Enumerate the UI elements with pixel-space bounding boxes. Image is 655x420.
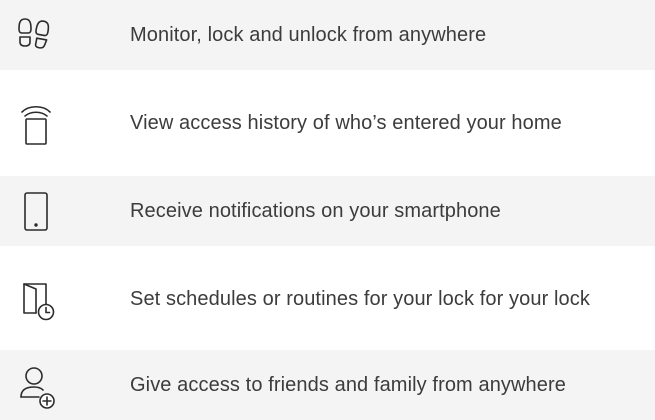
smart-lock-icon [0, 88, 72, 158]
feature-row-share-access: Give access to friends and family from a… [0, 350, 655, 420]
feature-label-access-history: View access history of who’s entered you… [130, 111, 562, 134]
feature-label-notifications: Receive notifications on your smartphone [130, 199, 501, 222]
feature-row-schedules: Set schedules or routines for your lock … [0, 264, 655, 334]
feature-row-remote-control: Monitor, lock and unlock from anywhere [0, 0, 655, 70]
feature-label-remote-control: Monitor, lock and unlock from anywhere [130, 23, 487, 46]
feature-row-notifications: Receive notifications on your smartphone [0, 176, 655, 246]
feature-label-schedules: Set schedules or routines for your lock … [130, 287, 590, 310]
smartphone-icon [0, 176, 72, 246]
door-schedule-icon [0, 264, 72, 334]
feature-list: Monitor, lock and unlock from anywhere V… [0, 0, 655, 420]
feature-row-access-history: View access history of who’s entered you… [0, 88, 655, 158]
feature-label-share-access: Give access to friends and family from a… [130, 373, 566, 396]
footprints-icon [0, 0, 72, 70]
add-user-icon [0, 350, 72, 420]
